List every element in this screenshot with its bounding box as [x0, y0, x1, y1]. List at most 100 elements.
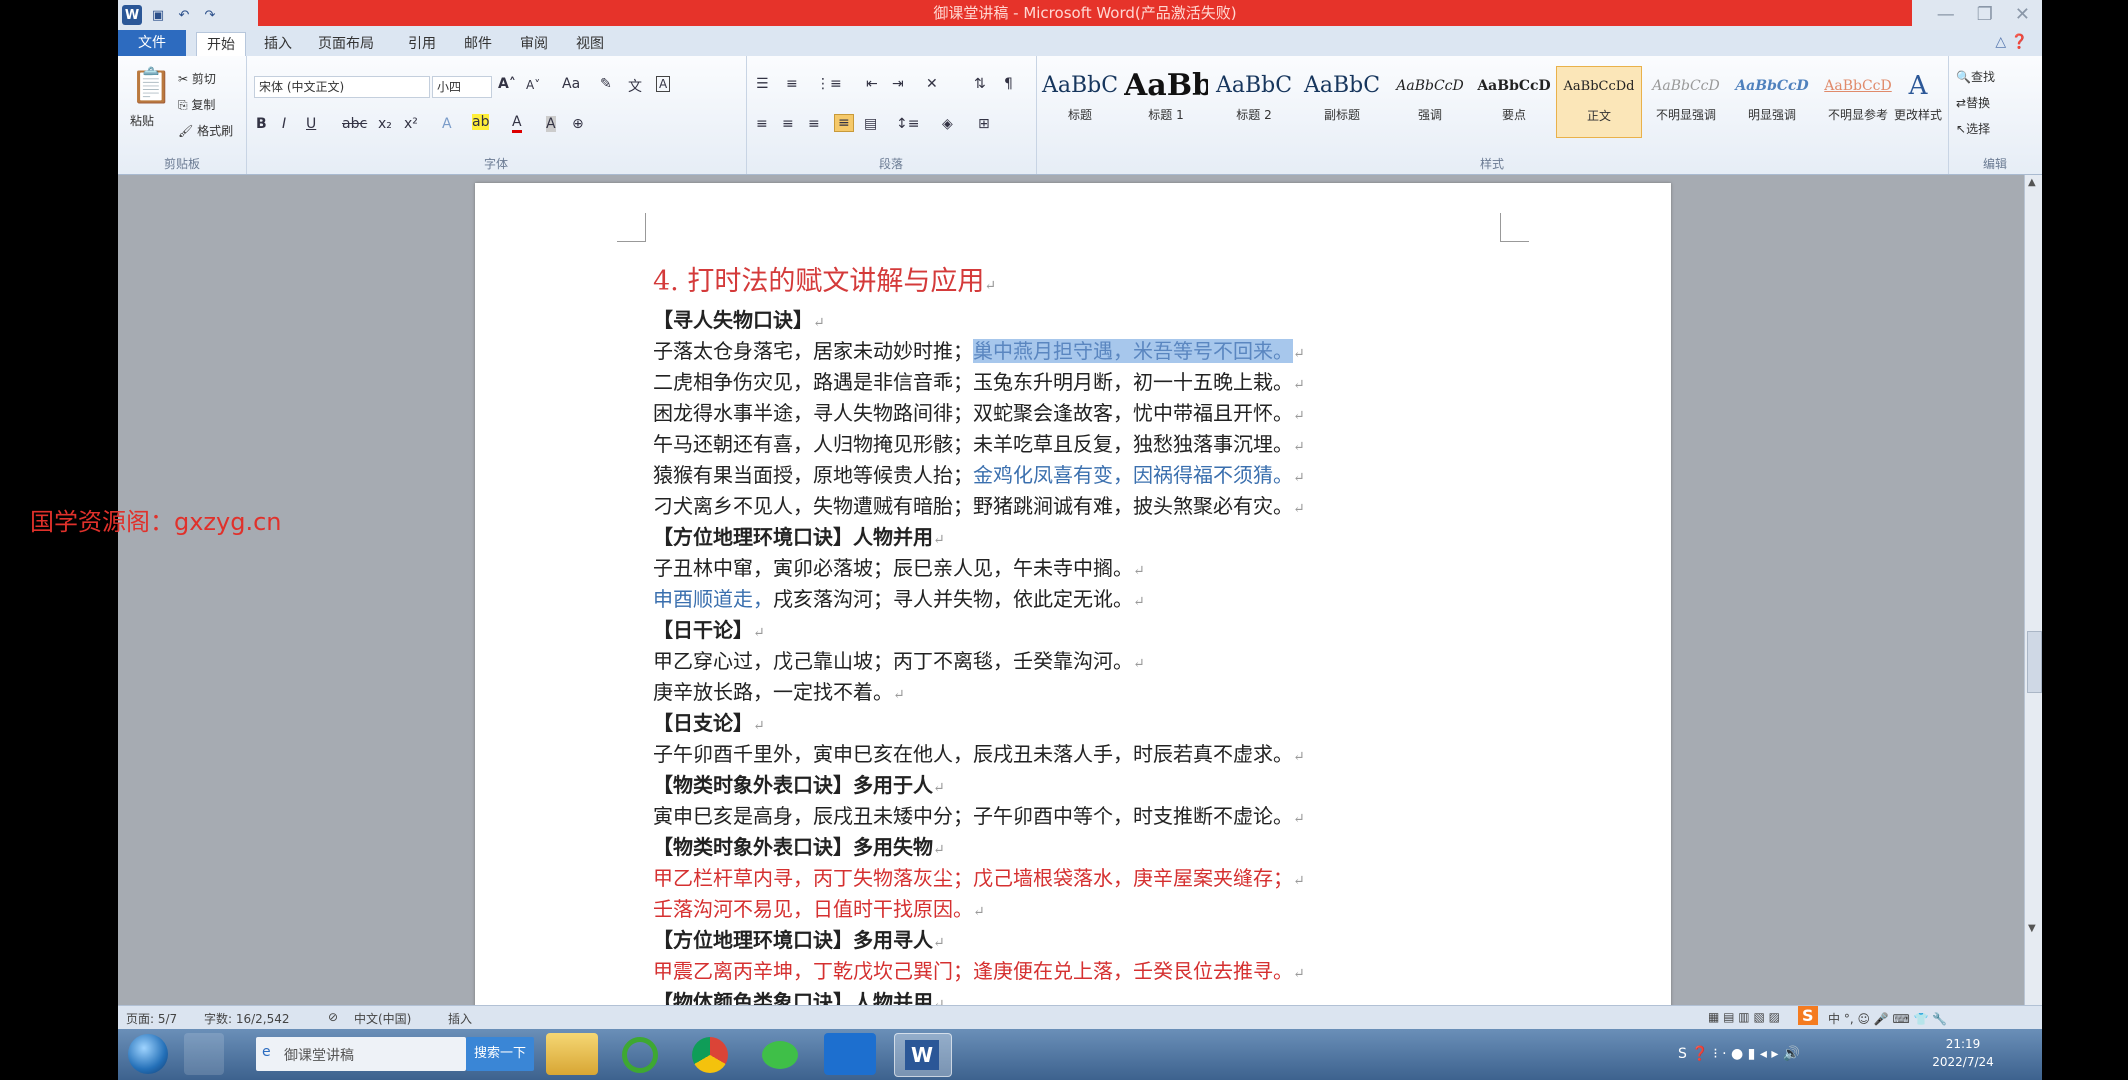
chrome-icon[interactable]: [684, 1033, 736, 1075]
justify-icon[interactable]: ≡: [834, 114, 854, 132]
paste-button[interactable]: 粘贴: [130, 112, 154, 129]
language-indicator[interactable]: 中文(中国): [354, 1010, 411, 1027]
search-button[interactable]: 搜索一下: [466, 1037, 534, 1071]
redo-icon[interactable]: ↷: [200, 5, 220, 25]
tab-page-layout[interactable]: 页面布局: [308, 32, 384, 56]
document-body[interactable]: 4. 打时法的赋文讲解与应用↵ 【寻人失物口诀】↵ 子落太仓身落宅，居家未动妙时推…: [653, 259, 1653, 1018]
enclose-char-icon[interactable]: ⊕: [572, 116, 584, 132]
start-button[interactable]: [128, 1034, 168, 1074]
clear-format-icon[interactable]: ✎: [600, 76, 612, 92]
undo-icon[interactable]: ↶: [174, 5, 194, 25]
select-button[interactable]: ↖选择: [1956, 120, 1990, 137]
vertical-scrollbar[interactable]: ▲ ▼: [2024, 175, 2042, 1005]
char-border-icon[interactable]: A: [656, 76, 671, 92]
style-heading-1[interactable]: AaBb 标题 1: [1124, 66, 1208, 136]
wechat-icon[interactable]: [754, 1033, 806, 1075]
scroll-thumb[interactable]: [2027, 631, 2042, 693]
tab-references[interactable]: 引用: [398, 32, 446, 56]
underline-icon[interactable]: U: [306, 116, 316, 132]
ime-toolbar[interactable]: 中 °, ☺ 🎤 ⌨ 👕 🔧: [1828, 1010, 1947, 1027]
word-count[interactable]: 字数: 16/2,542: [204, 1010, 290, 1027]
change-styles-button[interactable]: A 更改样式: [1888, 66, 1948, 136]
style-strong[interactable]: AaBbCcD 要点: [1472, 66, 1556, 136]
word-taskbar-icon[interactable]: W: [894, 1033, 952, 1077]
chinese-layout-icon[interactable]: ✕: [926, 76, 938, 92]
scroll-up-icon[interactable]: ▲: [2028, 177, 2036, 188]
style-title[interactable]: AaBbC 标题: [1038, 66, 1122, 136]
change-case-icon[interactable]: Aa: [562, 76, 580, 92]
show-marks-icon[interactable]: ¶: [1004, 76, 1013, 92]
align-right-icon[interactable]: ≡: [808, 116, 820, 132]
style-intense-emphasis[interactable]: AaBbCcD 明显强调: [1730, 66, 1814, 136]
increase-indent-icon[interactable]: ⇥: [892, 76, 904, 92]
explorer-icon[interactable]: [546, 1033, 598, 1075]
highlight-icon[interactable]: ab: [472, 114, 490, 130]
copy-button[interactable]: ⎘ 复制: [178, 96, 215, 113]
bullets-icon[interactable]: ☰: [756, 76, 769, 92]
distributed-icon[interactable]: ▤: [864, 116, 877, 132]
help-icon[interactable]: △ ❓: [1995, 34, 2028, 50]
save-icon[interactable]: ▣: [148, 5, 168, 25]
text-effects-icon[interactable]: A: [442, 116, 452, 132]
borders-icon[interactable]: ⊞: [978, 116, 990, 132]
proofing-icon[interactable]: ⊘: [328, 1010, 338, 1024]
restore-button[interactable]: ❐: [1977, 4, 1993, 25]
char-shading-icon[interactable]: A: [546, 116, 556, 132]
cut-button[interactable]: ✂ 剪切: [178, 70, 216, 87]
minimize-button[interactable]: —: [1937, 4, 1955, 25]
align-center-icon[interactable]: ≡: [782, 116, 794, 132]
tab-insert[interactable]: 插入: [254, 32, 302, 56]
page-count[interactable]: 页面: 5/7: [126, 1010, 177, 1027]
view-buttons[interactable]: ▦ ▤ ▥ ▧ ▨: [1708, 1010, 1780, 1024]
shrink-font-icon[interactable]: A˅: [526, 78, 540, 92]
bold-icon[interactable]: B: [256, 116, 267, 132]
subscript-icon[interactable]: x₂: [378, 116, 392, 132]
cloud-app-icon[interactable]: [824, 1033, 876, 1075]
replace-button[interactable]: ⇄替换: [1956, 94, 1990, 111]
select-icon: ↖: [1956, 122, 1967, 136]
format-painter-button[interactable]: 🖌 格式刷: [178, 122, 233, 139]
cut-label: 剪切: [191, 72, 216, 86]
tab-file[interactable]: 文件: [118, 30, 186, 56]
style-heading-2[interactable]: AaBbC 标题 2: [1212, 66, 1296, 136]
decrease-indent-icon[interactable]: ⇤: [866, 76, 878, 92]
tab-view[interactable]: 视图: [566, 32, 614, 56]
scroll-down-icon[interactable]: ▼: [2028, 923, 2036, 934]
font-size-select[interactable]: 小四: [432, 76, 492, 98]
ie-search-icon: e: [262, 1044, 271, 1060]
style-subtitle[interactable]: AaBbC 副标题: [1300, 66, 1384, 136]
grow-font-icon[interactable]: A˄: [498, 76, 516, 92]
tab-home[interactable]: 开始: [196, 32, 246, 57]
word-logo-icon[interactable]: W: [122, 5, 142, 25]
sort-icon[interactable]: ⇅: [974, 76, 986, 92]
paste-icon[interactable]: 📋: [130, 66, 172, 106]
multilevel-list-icon[interactable]: ⋮≡: [816, 76, 842, 92]
tab-mailings[interactable]: 邮件: [454, 32, 502, 56]
numbering-icon[interactable]: ≡: [786, 76, 798, 92]
find-button[interactable]: 🔍查找: [1956, 68, 1995, 85]
tab-review[interactable]: 审阅: [510, 32, 558, 56]
phonetic-icon[interactable]: 文: [628, 76, 642, 96]
style-emphasis[interactable]: AaBbCcD 强调: [1388, 66, 1472, 136]
ie-icon[interactable]: [614, 1033, 666, 1075]
clock[interactable]: 21:19 2022/7/24: [1908, 1035, 2018, 1075]
font-color-icon[interactable]: A: [512, 114, 522, 133]
shading-icon[interactable]: ◈: [942, 116, 953, 132]
superscript-icon[interactable]: x²: [404, 116, 418, 132]
align-left-icon[interactable]: ≡: [756, 116, 768, 132]
italic-icon[interactable]: I: [282, 116, 286, 132]
line-spacing-icon[interactable]: ↕≡: [896, 116, 919, 132]
font-name-select[interactable]: 宋体 (中文正文): [254, 76, 430, 98]
close-button[interactable]: ✕: [2015, 4, 2030, 25]
document-page[interactable]: 4. 打时法的赋文讲解与应用↵ 【寻人失物口诀】↵ 子落太仓身落宅，居家未动妙时推…: [475, 183, 1671, 1014]
text-run: 子午卯酉千里外，寅申巳亥在他人，辰戌丑未落人手，时辰若真不虚求。: [653, 742, 1293, 766]
style-normal[interactable]: AaBbCcDd 正文: [1556, 66, 1642, 138]
system-tray[interactable]: S ❓ ⁝ · ● ▮ ◂ ▸ 🔊: [1678, 1037, 1878, 1071]
sogou-ime-icon[interactable]: S: [1798, 1006, 1818, 1025]
text-run: 【物类时象外表口诀】多用于人: [653, 773, 933, 797]
insert-mode[interactable]: 插入: [448, 1010, 472, 1027]
style-subtle-emphasis[interactable]: AaBbCcD 不明显强调: [1644, 66, 1728, 136]
user-app-icon[interactable]: [184, 1033, 224, 1075]
search-box[interactable]: e 御课堂讲稿: [256, 1037, 466, 1071]
strikethrough-icon[interactable]: abc: [342, 116, 367, 132]
